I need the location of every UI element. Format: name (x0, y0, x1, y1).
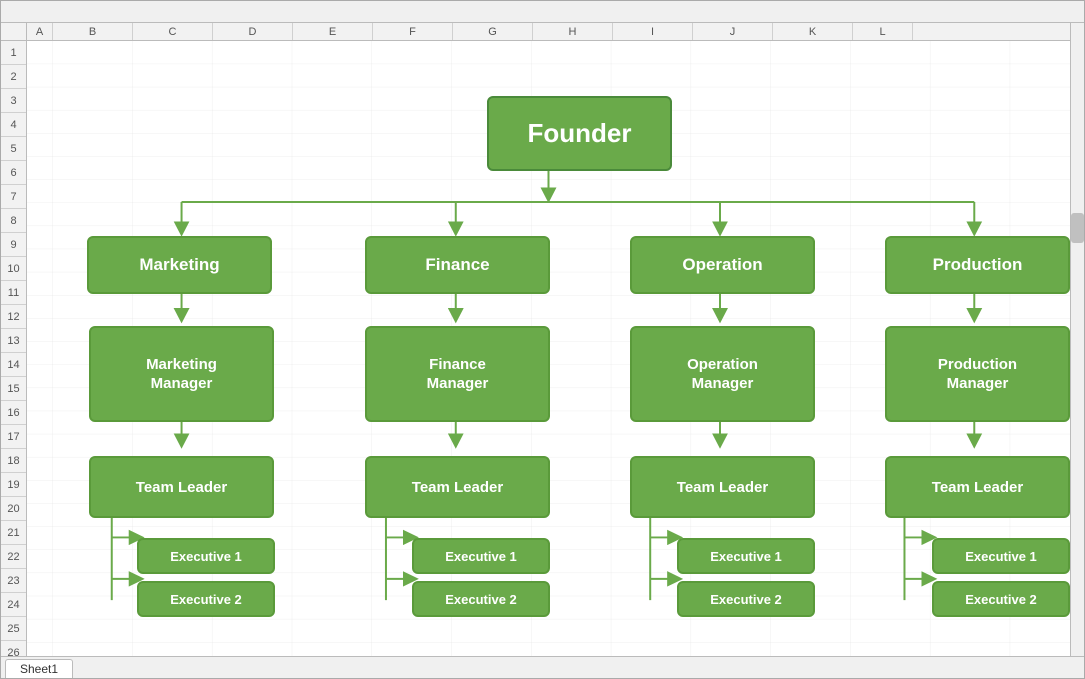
row-header-21: 21 (1, 521, 26, 545)
row-header-8: 8 (1, 209, 26, 233)
row-header-7: 7 (1, 185, 26, 209)
row-header-16: 16 (1, 401, 26, 425)
founder-node[interactable]: Founder (487, 96, 672, 171)
exec2-col4-node[interactable]: Executive 2 (932, 581, 1070, 617)
operation-manager-node[interactable]: Operation Manager (630, 326, 815, 422)
spreadsheet: 1 2 3 4 5 6 7 8 9 10 11 12 13 14 15 16 1… (0, 0, 1085, 679)
vertical-scrollbar[interactable] (1070, 23, 1084, 656)
row-header-3: 3 (1, 89, 26, 113)
row-header-19: 19 (1, 473, 26, 497)
row-header-13: 13 (1, 329, 26, 353)
row-header-4: 4 (1, 113, 26, 137)
col-header-k[interactable]: K (773, 23, 853, 40)
col-header-i[interactable]: I (613, 23, 693, 40)
row-header-2: 2 (1, 65, 26, 89)
exec1-col2-node[interactable]: Executive 1 (412, 538, 550, 574)
col-header-b[interactable]: B (53, 23, 133, 40)
col-and-grid: A B C D E F G H I J K L (27, 23, 1070, 656)
row-header-18: 18 (1, 449, 26, 473)
tab-bar: Sheet1 (1, 656, 1084, 678)
col-header-l[interactable]: L (853, 23, 913, 40)
team-leader-2-node[interactable]: Team Leader (365, 456, 550, 518)
sheet-tab-1[interactable]: Sheet1 (5, 659, 73, 678)
col-header-c[interactable]: C (133, 23, 213, 40)
corner-cell (1, 23, 26, 41)
exec1-col4-node[interactable]: Executive 1 (932, 538, 1070, 574)
finance-manager-node[interactable]: Finance Manager (365, 326, 550, 422)
exec1-col3-node[interactable]: Executive 1 (677, 538, 815, 574)
row-header-6: 6 (1, 161, 26, 185)
scrollbar-thumb[interactable] (1071, 213, 1084, 243)
exec2-col2-node[interactable]: Executive 2 (412, 581, 550, 617)
grid-content: Founder Marketing Finance Operation Prod… (27, 41, 1070, 656)
exec2-col3-node[interactable]: Executive 2 (677, 581, 815, 617)
exec1-col1-node[interactable]: Executive 1 (137, 538, 275, 574)
marketing-manager-node[interactable]: Marketing Manager (89, 326, 274, 422)
row-header-12: 12 (1, 305, 26, 329)
finance-node[interactable]: Finance (365, 236, 550, 294)
row-header-9: 9 (1, 233, 26, 257)
sheet-area: 1 2 3 4 5 6 7 8 9 10 11 12 13 14 15 16 1… (1, 23, 1084, 656)
production-node[interactable]: Production (885, 236, 1070, 294)
team-leader-3-node[interactable]: Team Leader (630, 456, 815, 518)
row-header-1: 1 (1, 41, 26, 65)
operation-node[interactable]: Operation (630, 236, 815, 294)
marketing-node[interactable]: Marketing (87, 236, 272, 294)
col-header-h[interactable]: H (533, 23, 613, 40)
col-header-j[interactable]: J (693, 23, 773, 40)
row-headers: 1 2 3 4 5 6 7 8 9 10 11 12 13 14 15 16 1… (1, 23, 27, 656)
production-manager-node[interactable]: Production Manager (885, 326, 1070, 422)
col-header-g[interactable]: G (453, 23, 533, 40)
team-leader-4-node[interactable]: Team Leader (885, 456, 1070, 518)
row-header-11: 11 (1, 281, 26, 305)
row-header-17: 17 (1, 425, 26, 449)
row-header-20: 20 (1, 497, 26, 521)
col-header-a[interactable]: A (27, 23, 53, 40)
formula-bar (1, 1, 1084, 23)
row-header-10: 10 (1, 257, 26, 281)
row-header-24: 24 (1, 593, 26, 617)
row-header-22: 22 (1, 545, 26, 569)
row-header-23: 23 (1, 569, 26, 593)
row-header-5: 5 (1, 137, 26, 161)
team-leader-1-node[interactable]: Team Leader (89, 456, 274, 518)
col-header-d[interactable]: D (213, 23, 293, 40)
col-headers: A B C D E F G H I J K L (27, 23, 1070, 41)
exec2-col1-node[interactable]: Executive 2 (137, 581, 275, 617)
col-header-f[interactable]: F (373, 23, 453, 40)
row-header-25: 25 (1, 617, 26, 641)
row-header-26: 26 (1, 641, 26, 656)
row-header-14: 14 (1, 353, 26, 377)
row-header-15: 15 (1, 377, 26, 401)
col-header-e[interactable]: E (293, 23, 373, 40)
